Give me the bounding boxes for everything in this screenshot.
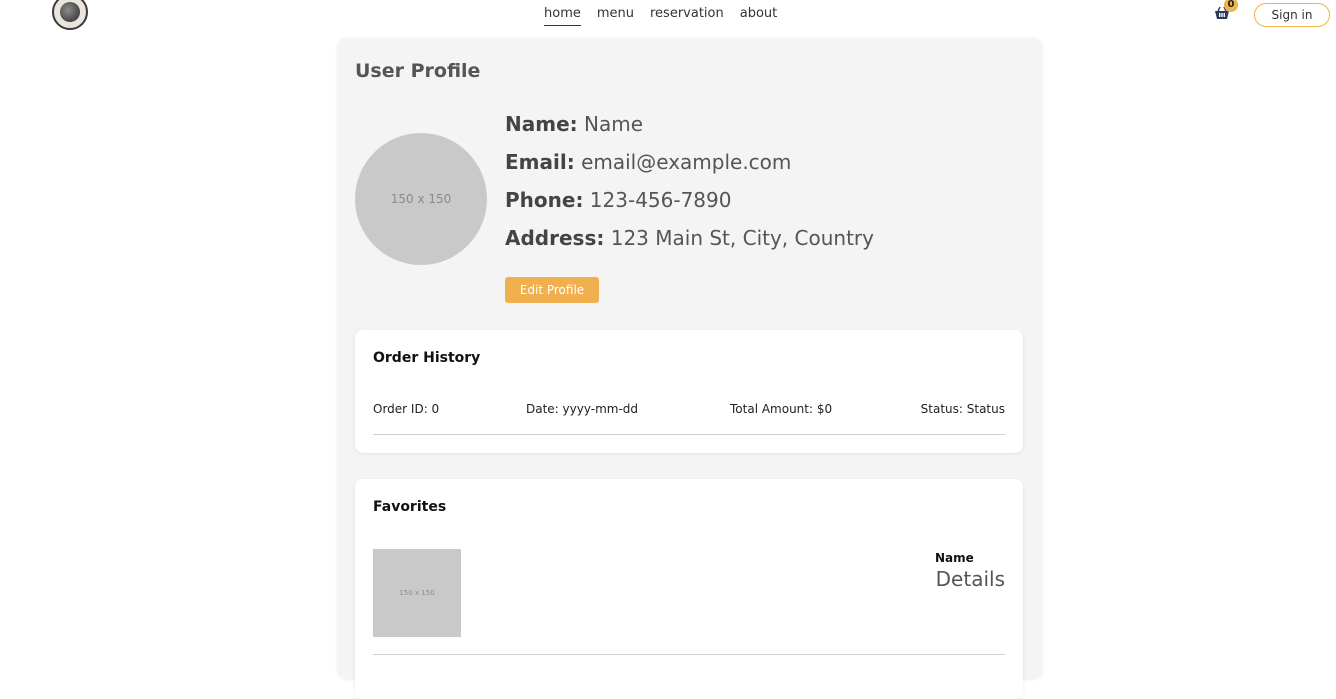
favorite-item-name: Name: [935, 551, 974, 565]
nav-menu[interactable]: menu: [597, 6, 634, 22]
profile-phone-row: Phone: 123-456-7890: [505, 186, 874, 224]
profile-email-row: Email: email@example.com: [505, 148, 874, 186]
table-row[interactable]: Order ID: 0 Date: yyyy-mm-dd Total Amoun…: [373, 402, 1005, 416]
profile-info: Name: Name Email: email@example.com Phon…: [505, 110, 874, 262]
phone-value: 123-456-7890: [589, 188, 732, 212]
name-value: Name: [584, 112, 644, 136]
cart-count-badge: 0: [1224, 0, 1238, 12]
order-total: Total Amount: $0: [730, 402, 833, 416]
profile-address-row: Address: 123 Main St, City, Country: [505, 224, 874, 262]
page-title: User Profile: [355, 60, 481, 82]
logo-emblem-icon: [60, 2, 80, 22]
order-history-title: Order History: [373, 350, 481, 366]
name-label: Name:: [505, 112, 578, 136]
email-value: email@example.com: [581, 150, 792, 174]
favorites-card: Favorites 150 x 150 Name Details: [355, 479, 1023, 699]
avatar-placeholder-text: 150 x 150: [390, 192, 452, 206]
favorite-item-image[interactable]: 150 x 150: [373, 549, 461, 637]
favorites-title: Favorites: [373, 499, 447, 515]
edit-profile-button[interactable]: Edit Profile: [505, 277, 599, 303]
phone-label: Phone:: [505, 188, 584, 212]
favorite-image-placeholder-text: 150 x 150: [399, 589, 435, 597]
main-nav: home menu reservation about: [544, 6, 778, 26]
order-history-card: Order History Order ID: 0 Date: yyyy-mm-…: [355, 330, 1023, 453]
order-status: Status: Status: [920, 402, 1005, 416]
divider: [373, 434, 1005, 435]
sign-in-button[interactable]: Sign in: [1254, 3, 1330, 27]
address-value: 123 Main St, City, Country: [610, 226, 874, 250]
user-profile-card: User Profile 150 x 150 Name: Name Email:…: [338, 38, 1042, 699]
site-header: home menu reservation about 0 Sign in: [0, 0, 1336, 34]
order-date: Date: yyyy-mm-dd: [526, 402, 639, 416]
nav-reservation[interactable]: reservation: [650, 6, 724, 22]
divider: [373, 654, 1005, 655]
favorite-item-details: Details: [935, 567, 1005, 591]
email-label: Email:: [505, 150, 575, 174]
nav-about[interactable]: about: [740, 6, 778, 22]
logo[interactable]: [52, 0, 88, 30]
nav-home[interactable]: home: [544, 6, 581, 26]
profile-name-row: Name: Name: [505, 110, 874, 148]
address-label: Address:: [505, 226, 605, 250]
avatar: 150 x 150: [355, 133, 487, 265]
order-id: Order ID: 0: [373, 402, 440, 416]
cart-button[interactable]: 0: [1214, 0, 1238, 20]
